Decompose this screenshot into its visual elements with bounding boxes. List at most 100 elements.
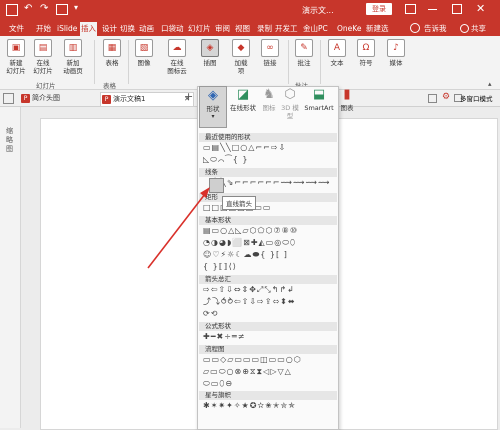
shape-row[interactable]: ▭▤╲╲□○△⌐⌐⇨⇩: [199, 142, 337, 154]
share-button[interactable]: 共享: [470, 22, 487, 36]
addins-button[interactable]: ◆ 加载 项: [230, 39, 252, 75]
share-icon[interactable]: [460, 24, 469, 33]
shape-row[interactable]: ✚━✖÷═≠: [199, 331, 337, 343]
straight-arrow-shape[interactable]: [209, 178, 224, 193]
links-button[interactable]: ∞ 链接: [259, 39, 281, 67]
multi-window-mode[interactable]: 多窗口模式: [460, 93, 493, 103]
section-title: 矩形: [199, 193, 337, 202]
smartart-icon: ⬓: [312, 87, 326, 102]
shape-row[interactable]: { }⟦⟧⟨⟩: [199, 261, 337, 273]
new-slide-button[interactable]: ▣ 新建 幻灯片: [4, 39, 28, 75]
text-button[interactable]: A 文本: [326, 39, 348, 67]
section-basic-shapes: 基本形状 ▤▭○△◺▱⬡⬠⬡⑦⑧⑩ ◔◑◕◗⬜⊠✚◭▭◎⬭⬯ ☺♡⚡☼☾☁⬬{ …: [199, 216, 337, 273]
tab-insert[interactable]: 插入: [80, 22, 97, 36]
ribbon-tabs: 文件 开始 iSlide 插入 设计 切换 动画 口袋动 幻灯片 审阅 视图 录…: [0, 20, 500, 36]
section-recent: 最近使用的形状 ▭▤╲╲□○△⌐⌐⇨⇩ ◺⬭⌒⁀{ }: [199, 133, 337, 166]
ribbon-display-icon[interactable]: [405, 4, 416, 14]
media-label: 媒体: [389, 59, 403, 67]
section-title: 线条: [199, 168, 337, 177]
login-button[interactable]: 登录: [366, 3, 392, 15]
online-shapes-button[interactable]: ◪ 在线形状: [227, 86, 259, 112]
shape-row[interactable]: ▤▭○△◺▱⬡⬠⬡⑦⑧⑩: [199, 225, 337, 237]
model3d-label: 3D 模型: [281, 104, 299, 120]
save-icon[interactable]: [6, 4, 18, 16]
shape-row[interactable]: ⤴⤵⥀⥁⇦⇧⇩⇨⇪⬄⬍⬌: [199, 296, 337, 308]
shape-row[interactable]: ⇨⇦⇧⇩⇔⇕✥⤢⤡↰↱↲: [199, 284, 337, 296]
tab-review[interactable]: 审阅: [214, 22, 231, 36]
omega-icon: Ω: [357, 39, 375, 57]
shape-row[interactable]: ⟳⟲: [199, 308, 337, 320]
add-tab-button[interactable]: +: [184, 90, 193, 103]
redo-icon[interactable]: ↷: [40, 3, 48, 14]
window-title: 演示文...: [302, 6, 334, 15]
tab-file[interactable]: 文件: [8, 22, 25, 36]
present-icon[interactable]: [56, 4, 68, 15]
section-stars-banners: 星与旗帜 ✱✶✷✦✧★✪✫✬✭✮✯: [199, 391, 337, 412]
section-title: 星与旗帜: [199, 391, 337, 400]
shape-tooltip: 直线箭头: [222, 196, 256, 210]
symbols-button[interactable]: Ω 符号: [355, 39, 377, 67]
online-slide-label: 在线 幻灯片: [33, 59, 53, 75]
undo-icon[interactable]: ↶: [24, 3, 32, 14]
shape-row[interactable]: ◔◑◕◗⬜⊠✚◭▭◎⬭⬯: [199, 237, 337, 249]
tab-slideshow[interactable]: 幻灯片: [187, 22, 212, 36]
icons-button[interactable]: ♞ 图标: [260, 86, 278, 112]
new-anim-icon: ▥: [64, 39, 82, 57]
tab-animations[interactable]: 动画: [138, 22, 155, 36]
close-icon[interactable]: ✕: [476, 2, 485, 15]
collapse-ribbon-icon[interactable]: ▴: [488, 80, 492, 88]
minimize-icon[interactable]: [428, 9, 437, 10]
comment-button[interactable]: ✎ 批注: [293, 39, 315, 67]
table-button[interactable]: ▦ 表格: [101, 39, 123, 67]
tab-islide[interactable]: iSlide: [56, 22, 78, 36]
tab-home[interactable]: 开始: [35, 22, 52, 36]
online-slide-button[interactable]: ▤ 在线 幻灯片: [31, 39, 55, 75]
shape-row[interactable]: ✱✶✷✦✧★✪✫✬✭✮✯: [199, 400, 337, 412]
shape-row[interactable]: □□□□□□▭▭: [199, 202, 337, 214]
tab-onekey[interactable]: OneKe: [336, 22, 362, 36]
online-shapes-icon: ◪: [236, 87, 250, 102]
tab-pocket-anim[interactable]: 口袋动: [160, 22, 185, 36]
model3d-button[interactable]: ⬡ 3D 模型: [279, 86, 301, 120]
table-label: 表格: [105, 59, 119, 67]
illustrations-dropdown: ◈ 形状 ▾ ◪ 在线形状 ♞ 图标 ⬡ 3D 模型 ⬓ SmartArt ▮ …: [197, 86, 367, 132]
tab-record[interactable]: 录制: [256, 22, 273, 36]
shapes-button[interactable]: ◈ 形状 ▾: [199, 86, 227, 128]
shape-row[interactable]: ⬭▭⬯⊖: [199, 378, 337, 390]
shape-row[interactable]: ☺♡⚡☼☾☁⬬{ }[ ]: [199, 249, 337, 261]
tab-developer[interactable]: 开发工: [274, 22, 299, 36]
image-icon: ▧: [135, 39, 153, 57]
thumbnail-label[interactable]: 缩略图: [6, 127, 15, 154]
online-icons-button[interactable]: ☁ 在线 图标云: [163, 39, 191, 75]
section-flowchart: 流程图 ▭▭◇▱▭▭▭◫▭▭○⬡ ▱▭⬭○⊗⊕⧖⧗◁▷▽△ ⬭▭⬯⊖: [199, 345, 337, 390]
maximize-icon[interactable]: [452, 4, 462, 14]
tab-transitions[interactable]: 切换: [119, 22, 136, 36]
doc-tab-intro[interactable]: P 简介头图: [20, 92, 102, 105]
chart-button[interactable]: ▮ 图表: [336, 86, 358, 112]
tab-list-icon[interactable]: [3, 93, 14, 104]
tab-view[interactable]: 视图: [234, 22, 251, 36]
icons-icon: ♞: [263, 87, 275, 102]
tab-new-tab[interactable]: 新建选: [365, 22, 390, 36]
tab-kingsoft[interactable]: 金山PC: [302, 22, 329, 36]
new-anim-button[interactable]: ▥ 新加 动画页: [60, 39, 86, 75]
shape-row[interactable]: ▭▭◇▱▭▭▭◫▭▭○⬡: [199, 354, 337, 366]
shape-row[interactable]: ◺⬭⌒⁀{ }: [199, 154, 337, 166]
smartart-button[interactable]: ⬓ SmartArt: [302, 86, 336, 112]
tell-me[interactable]: 告诉我: [423, 22, 448, 36]
smartart-label: SmartArt: [304, 104, 334, 112]
qat-more-icon[interactable]: ▾: [74, 3, 78, 12]
image-button[interactable]: ▧ 图像: [133, 39, 155, 67]
media-button[interactable]: ♪ 媒体: [385, 39, 407, 67]
addins-label: 加载 项: [234, 59, 248, 75]
links-label: 链接: [263, 59, 277, 67]
section-rectangles: 矩形 □□□□□□▭▭: [199, 193, 337, 214]
doc-tab-label: 演示文稿1: [113, 95, 146, 103]
section-block-arrows: 箭头总汇 ⇨⇦⇧⇩⇔⇕✥⤢⤡↰↱↲ ⤴⤵⥀⥁⇦⇧⇩⇨⇪⬄⬍⬌ ⟳⟲: [199, 275, 337, 320]
tab-design[interactable]: 设计: [101, 22, 118, 36]
illustrations-button[interactable]: ◈ 插图: [198, 39, 222, 67]
gear-icon[interactable]: ⚙: [442, 92, 450, 102]
shape-row[interactable]: ▱▭⬭○⊗⊕⧖⧗◁▷▽△: [199, 366, 337, 378]
powerpoint-icon: P: [102, 95, 111, 104]
doc-tab-presentation1[interactable]: P 演示文稿1 ✕: [100, 92, 194, 106]
